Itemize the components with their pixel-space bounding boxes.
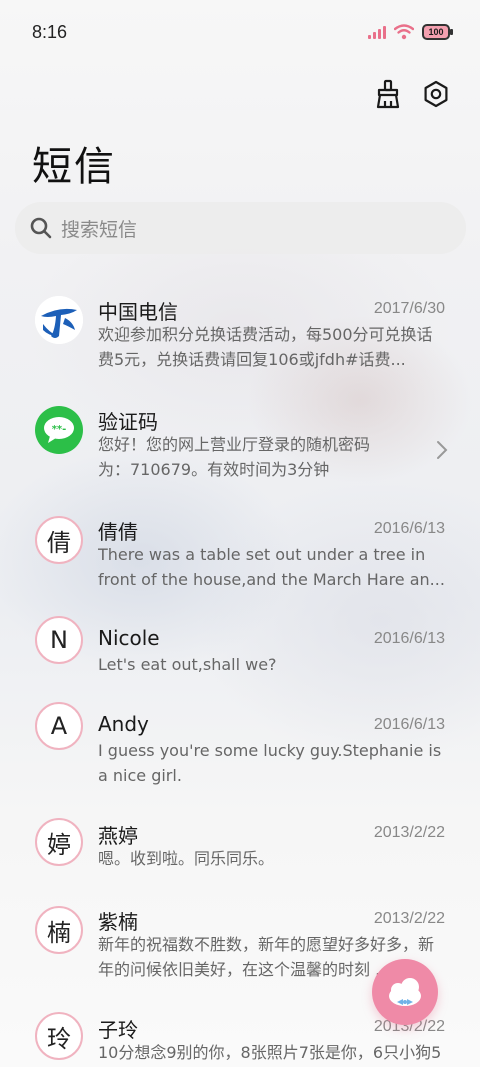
message-date: 2013/2/22 — [373, 824, 445, 841]
message-preview: 嗯。收到啦。同乐同乐。 — [98, 849, 275, 868]
message-preview: Let's eat out,shall we? — [98, 655, 277, 674]
message-date: 2017/6/30 — [373, 300, 445, 317]
contact-avatar: 婷 — [35, 818, 83, 866]
search-icon — [30, 217, 52, 239]
top-actions — [372, 78, 452, 110]
message-item[interactable]: 中国电信 2017/6/30 欢迎参加积分兑换话费活动，每500分可兑换话费5元… — [0, 282, 480, 378]
sender-name: 燕婷 — [98, 824, 138, 848]
verification-message-icon: **- — [35, 406, 83, 454]
settings-gear-icon[interactable] — [420, 78, 452, 110]
message-date: 2013/2/22 — [373, 910, 445, 927]
sender-name: 紫楠 — [98, 910, 138, 934]
status-bar: 8:16 100 — [0, 0, 480, 70]
floating-action-button[interactable] — [372, 959, 438, 1025]
clean-brush-icon[interactable] — [372, 78, 404, 110]
svg-text:**-: **- — [52, 424, 67, 435]
status-icons: 100 — [368, 24, 453, 40]
sender-name: Andy — [98, 712, 149, 736]
page-title: 短信 — [32, 144, 116, 190]
search-input[interactable]: 搜索短信 — [15, 202, 466, 254]
message-item[interactable]: A Andy 2016/6/13 I guess you're some luc… — [0, 698, 480, 794]
message-item[interactable]: N Nicole 2016/6/13 Let's eat out,shall w… — [0, 612, 480, 684]
sender-name: Nicole — [98, 626, 160, 650]
contact-avatar: 楠 — [35, 906, 83, 954]
contact-avatar: N — [35, 616, 83, 664]
battery-icon: 100 — [422, 24, 453, 40]
signal-icon — [368, 25, 386, 39]
message-preview: 10分想念9别的你，8张照片7张是你，6只小狗5只像你，4根骨头3根归你，2爪着… — [98, 1043, 442, 1062]
message-item[interactable]: 倩 倩倩 2016/6/13 There was a table set out… — [0, 502, 480, 598]
contact-avatar: 倩 — [35, 516, 83, 564]
message-preview: 欢迎参加积分兑换话费活动，每500分可兑换话费5元，兑换话费请回复106或jfd… — [98, 325, 433, 369]
message-date: 2016/6/13 — [373, 716, 445, 733]
message-date: 2016/6/13 — [373, 520, 445, 537]
chevron-right-icon — [437, 441, 448, 459]
contact-avatar: 玲 — [35, 1012, 83, 1060]
message-preview: There was a table set out under a tree i… — [98, 545, 445, 589]
message-preview: 您好！您的网上营业厅登录的随机密码为：710679。有效时间为3分钟 — [98, 435, 371, 479]
cloud-bow-icon — [389, 978, 421, 1006]
message-date: 2016/6/13 — [373, 630, 445, 647]
sender-name: 验证码 — [98, 410, 158, 434]
sender-name: 倩倩 — [98, 520, 138, 544]
message-item[interactable]: **- 验证码 您好！您的网上营业厅登录的随机密码为：710679。有效时间为3… — [0, 392, 480, 488]
sender-name: 子玲 — [98, 1018, 138, 1042]
message-preview: I guess you're some lucky guy.Stephanie … — [98, 741, 442, 785]
wifi-icon — [394, 24, 414, 40]
contact-avatar: A — [35, 702, 83, 750]
china-telecom-logo-icon — [35, 296, 83, 344]
message-item[interactable]: 婷 燕婷 2013/2/22 嗯。收到啦。同乐同乐。 — [0, 806, 480, 878]
status-time: 8:16 — [32, 22, 68, 42]
sender-name: 中国电信 — [98, 300, 178, 324]
search-placeholder: 搜索短信 — [61, 218, 138, 241]
